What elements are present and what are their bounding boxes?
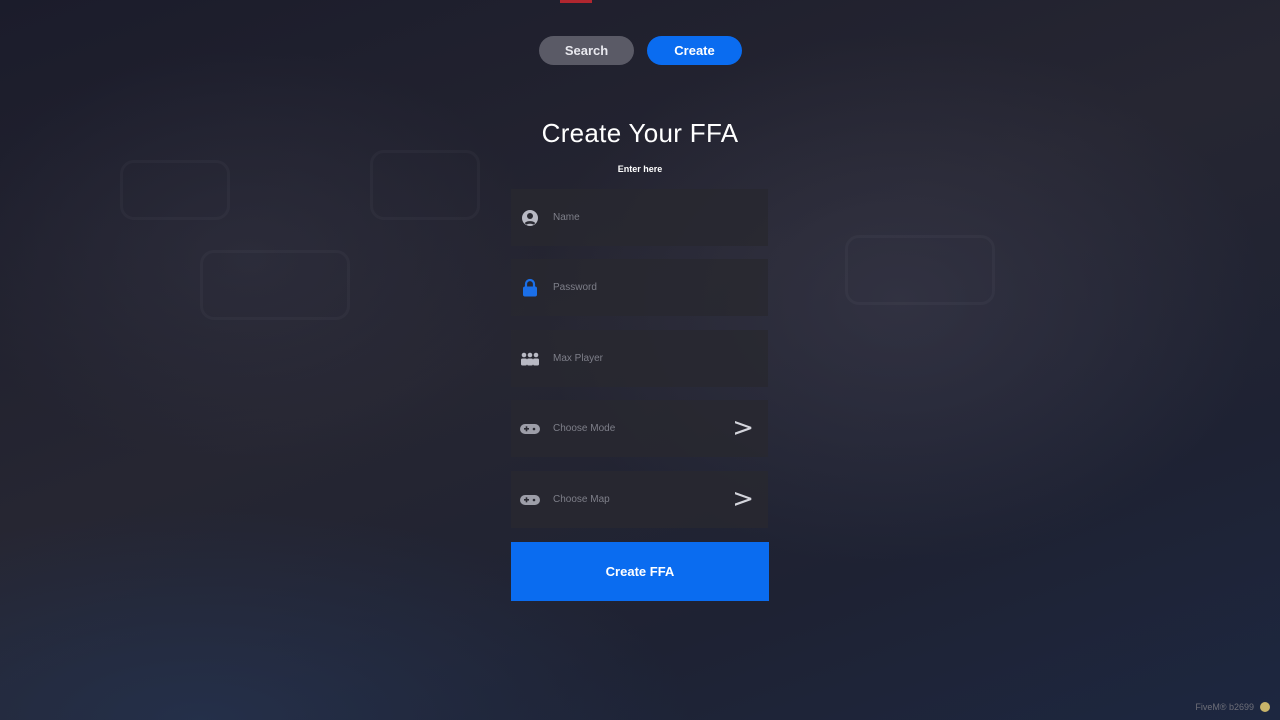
choose-map-placeholder: Choose Map: [553, 494, 610, 505]
background-shape: [200, 250, 350, 320]
top-nav: Search Create: [539, 36, 742, 65]
create-button[interactable]: Create: [647, 36, 742, 65]
choose-map-select[interactable]: Choose Map >: [511, 471, 768, 528]
choose-mode-select[interactable]: Choose Mode >: [511, 400, 768, 457]
gamepad-icon: [519, 489, 541, 511]
choose-mode-placeholder: Choose Mode: [553, 423, 616, 434]
search-button[interactable]: Search: [539, 36, 634, 65]
players-icon: [519, 348, 541, 370]
background-shape: [845, 235, 995, 305]
chevron-right-icon[interactable]: >: [732, 484, 754, 514]
max-player-placeholder: Max Player: [553, 353, 604, 364]
chevron-right-icon[interactable]: >: [732, 413, 754, 443]
max-player-field[interactable]: Max Player: [511, 330, 768, 387]
version-label: FiveM® b2699: [1195, 702, 1254, 712]
password-placeholder: Password: [553, 282, 597, 293]
top-accent-mark: [560, 0, 592, 3]
lock-icon: [519, 277, 541, 299]
page-title: Create Your FFA: [541, 118, 739, 148]
password-field[interactable]: Password: [511, 259, 768, 316]
name-field[interactable]: Name: [511, 189, 768, 246]
page-subtitle: Enter here: [617, 164, 663, 174]
gamepad-icon: [519, 418, 541, 440]
user-icon: [519, 207, 541, 229]
fivem-logo-icon: [1260, 702, 1270, 712]
background-shape: [370, 150, 480, 220]
create-ffa-button[interactable]: Create FFA: [511, 542, 769, 601]
name-placeholder: Name: [553, 212, 580, 223]
